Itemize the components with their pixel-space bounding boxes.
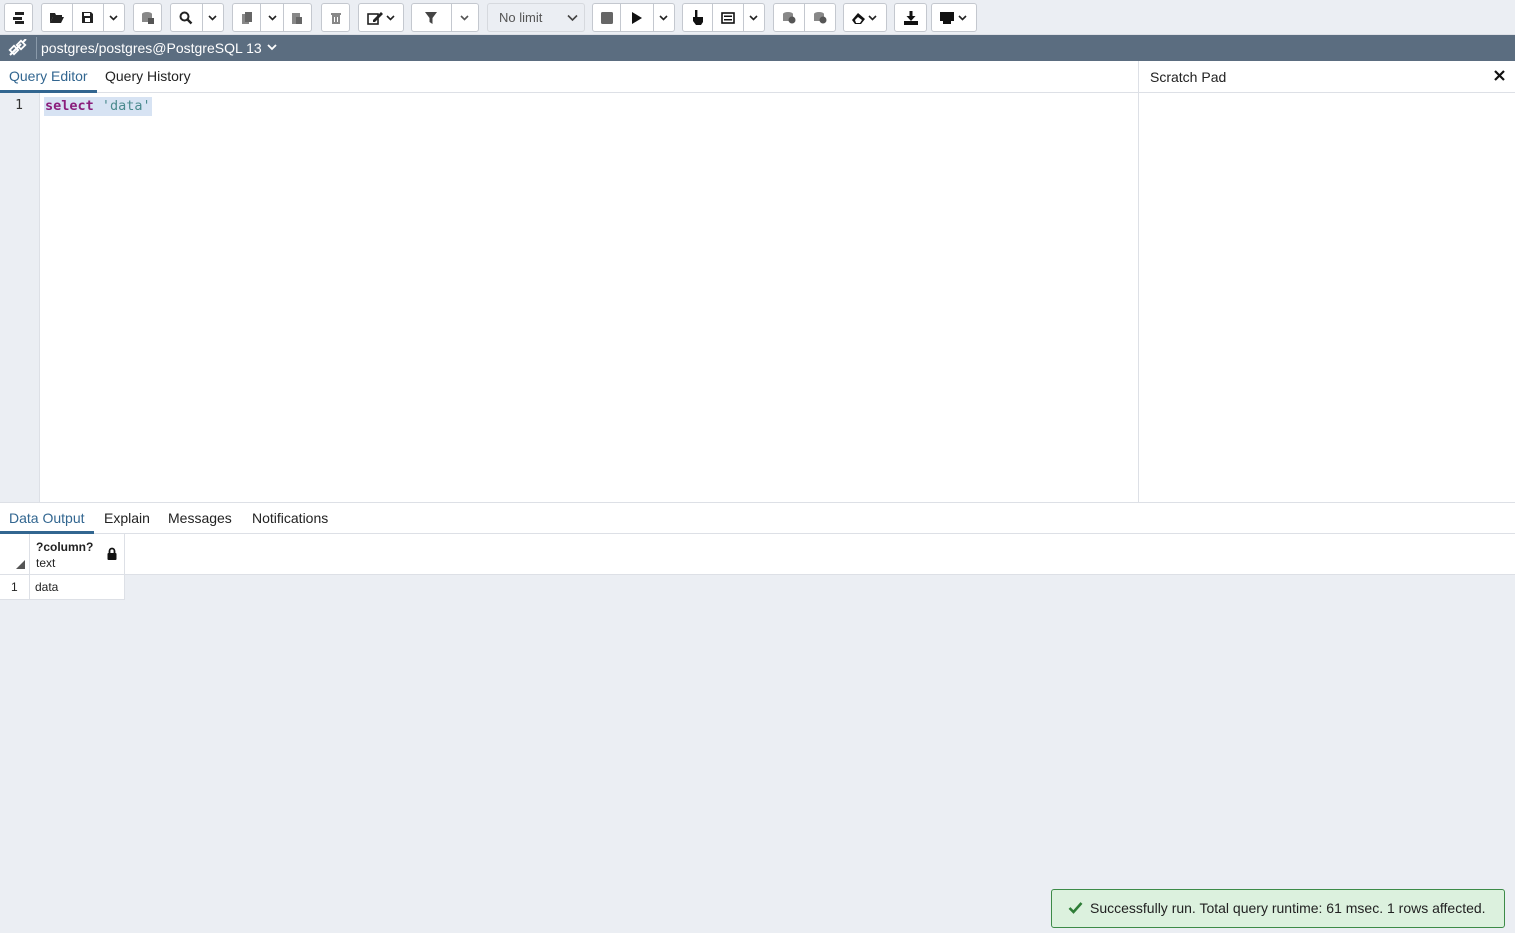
explain-dropdown[interactable] <box>742 4 764 31</box>
commit-button[interactable] <box>774 11 804 24</box>
scratch-pad: Scratch Pad <box>1138 61 1515 502</box>
column-name: ?column? <box>36 540 94 554</box>
rollback-icon <box>814 12 827 24</box>
copy-dropdown[interactable] <box>260 4 282 31</box>
connection-status-icon[interactable] <box>8 39 28 57</box>
code-line[interactable]: select 'data' <box>44 97 152 116</box>
scratch-pad-title: Scratch Pad <box>1150 69 1227 85</box>
edit-button[interactable] <box>358 3 404 32</box>
column-header[interactable]: ?column? text <box>30 534 125 574</box>
line-gutter: 1 <box>0 93 40 502</box>
find-dropdown[interactable] <box>201 4 223 31</box>
filter-dropdown[interactable] <box>450 4 478 31</box>
tab-data-output[interactable]: Data Output <box>0 503 94 534</box>
save-button[interactable] <box>72 4 102 31</box>
paste-icon <box>292 12 303 24</box>
file-button-group <box>41 3 125 32</box>
filter-button[interactable] <box>412 11 451 25</box>
delete-button[interactable] <box>321 3 350 32</box>
open-file-icon <box>50 13 65 23</box>
search-icon <box>179 11 193 24</box>
macros-icon <box>940 11 967 24</box>
row-limit-select[interactable]: No limit <box>487 3 585 32</box>
paste-button[interactable] <box>282 4 311 31</box>
table-cell[interactable]: data <box>35 575 58 599</box>
execute-dropdown[interactable] <box>652 4 674 31</box>
row-number[interactable]: 1 <box>0 575 30 599</box>
explain-analyze-button[interactable] <box>712 4 742 31</box>
transaction-group <box>773 3 836 32</box>
output-tabs: Data Output Explain Messages Notificatio… <box>0 502 1515 534</box>
explain-button[interactable] <box>683 10 712 25</box>
connection-divider <box>36 37 37 59</box>
chevron-down-icon <box>109 14 118 21</box>
grid-header: ?column? text <box>0 534 1515 575</box>
chevron-down-icon <box>460 14 469 21</box>
save-dropdown[interactable] <box>102 4 124 31</box>
save-data-icon <box>141 11 154 24</box>
stop-button[interactable] <box>593 11 620 24</box>
open-file-button[interactable] <box>42 11 72 24</box>
lock-icon <box>107 547 117 560</box>
toolbar: No limit <box>0 0 1515 35</box>
find-button-group <box>170 3 224 32</box>
list-alt-icon <box>721 11 735 24</box>
stop-icon <box>600 11 613 24</box>
sql-keyword: select <box>45 98 94 114</box>
tab-query-editor[interactable]: Query Editor <box>0 61 97 93</box>
rollback-button[interactable] <box>804 4 835 31</box>
tab-messages[interactable]: Messages <box>168 503 232 534</box>
table-row[interactable]: 1 data <box>0 575 125 600</box>
copy-paste-group <box>232 3 312 32</box>
toast-message: Successfully run. Total query runtime: 6… <box>1090 900 1486 916</box>
scratch-pad-textarea[interactable] <box>1139 93 1515 502</box>
sql-string-literal: 'data' <box>101 98 151 114</box>
tab-notifications[interactable]: Notifications <box>252 503 328 534</box>
filter-icon <box>425 11 438 24</box>
execute-button[interactable] <box>620 4 652 31</box>
clear-button[interactable] <box>843 3 887 32</box>
code-editor[interactable]: select 'data' <box>40 93 1138 502</box>
select-all-cell[interactable] <box>0 534 30 574</box>
check-icon <box>1068 902 1083 914</box>
browser-button[interactable] <box>4 3 33 32</box>
explain-button-group <box>682 3 765 32</box>
commit-icon <box>783 12 796 24</box>
hand-pointer-icon <box>692 10 703 25</box>
select-all-icon <box>16 560 25 569</box>
line-number: 1 <box>15 98 23 113</box>
find-button[interactable] <box>171 11 202 25</box>
edit-icon <box>367 11 395 25</box>
connection-bar: postgres/postgres@PostgreSQL 13 <box>0 35 1515 61</box>
chevron-down-icon[interactable] <box>267 44 277 51</box>
editor-tabs: Query Editor Query History <box>0 61 1138 93</box>
eraser-icon <box>852 12 877 24</box>
trash-icon <box>330 12 341 24</box>
column-type: text <box>36 556 56 570</box>
chevron-down-icon <box>208 14 217 21</box>
download-button[interactable] <box>894 3 927 32</box>
success-toast[interactable]: Successfully run. Total query runtime: 6… <box>1051 889 1505 928</box>
chevron-down-icon <box>267 14 277 21</box>
macros-button[interactable] <box>931 3 977 32</box>
connection-label[interactable]: postgres/postgres@PostgreSQL 13 <box>41 40 262 56</box>
chevron-down-icon <box>659 14 668 21</box>
copy-icon <box>241 11 252 24</box>
execute-button-group <box>592 3 675 32</box>
copy-button[interactable] <box>233 11 260 25</box>
tab-explain[interactable]: Explain <box>104 503 150 534</box>
browser-icon <box>12 11 24 24</box>
scratch-pad-header: Scratch Pad <box>1139 61 1515 93</box>
row-limit-value: No limit <box>499 10 543 25</box>
play-icon <box>631 11 642 24</box>
close-icon[interactable] <box>1494 70 1505 81</box>
chevron-down-icon <box>749 14 758 21</box>
filter-button-group <box>411 3 479 32</box>
save-data-button[interactable] <box>133 3 162 32</box>
tab-query-history[interactable]: Query History <box>105 61 191 93</box>
save-icon <box>82 12 94 23</box>
chevron-down-icon <box>567 14 578 22</box>
download-icon <box>903 10 918 25</box>
